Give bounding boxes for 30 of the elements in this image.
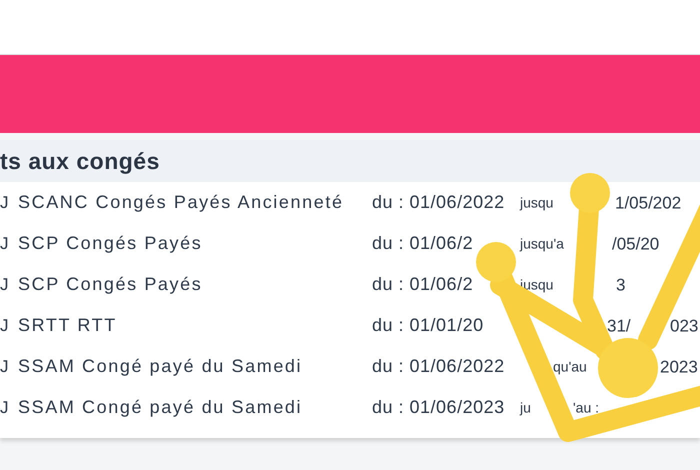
start-date: du : 01/06/2 (372, 273, 474, 296)
end-date-fragment: jusqu'a (520, 234, 564, 254)
end-date-fragment: 2023 (660, 356, 698, 378)
leave-type: SCP Congés Payés (18, 273, 204, 296)
end-date-fragment: 1/05/202 (615, 192, 682, 214)
end-date-fragment: ju (520, 398, 531, 418)
row-marker: J (0, 232, 10, 255)
leave-type: SCP Congés Payés (18, 232, 204, 255)
start-date: du : 01/06/2023 (372, 396, 506, 419)
end-date-fragment: 'au : (573, 398, 600, 417)
end-date-fragment: /05/20 (612, 232, 660, 255)
leave-type: SCANC Congés Payés Ancienneté (18, 191, 345, 214)
start-date: du : 01/06/2022 (372, 355, 506, 378)
end-date-fragment: 31/ (607, 314, 631, 337)
section-title: ts aux congés (0, 146, 160, 176)
end-date-fragment: 023 (670, 314, 698, 337)
row-marker: J (0, 356, 10, 378)
start-date: du : 01/01/20 (372, 314, 485, 337)
row-marker: J (0, 274, 10, 296)
row-marker: J (0, 192, 10, 214)
leave-type: SSAM Congé payé du Samedi (18, 355, 304, 378)
start-date: du : 01/06/2 (372, 232, 474, 255)
leave-type: SRTT RTT (18, 314, 118, 337)
end-date-fragment: jusqu (520, 193, 554, 212)
row-marker: J (0, 396, 10, 419)
end-date-fragment: 3 (616, 274, 626, 296)
leave-type: SSAM Congé payé du Samedi (18, 396, 304, 419)
start-date: du : 01/06/2022 (372, 191, 506, 214)
row-marker: J (0, 314, 10, 337)
end-date-fragment: qu'au (553, 357, 587, 376)
